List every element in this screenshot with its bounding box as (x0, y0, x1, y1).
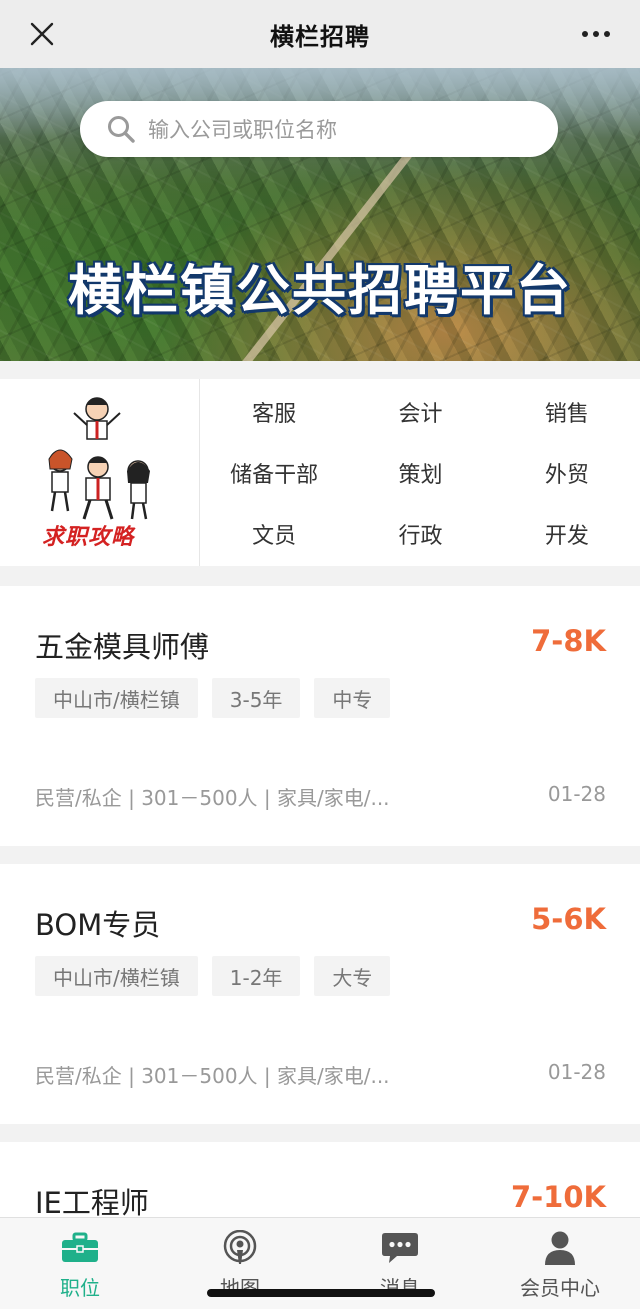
page-title: 横栏招聘 (270, 22, 370, 51)
category-item[interactable]: 会计 (347, 381, 493, 442)
job-tag-education: 中专 (314, 678, 391, 718)
company-meta: 民营/私企 | 301－500人 | 家具/家电/... (35, 786, 390, 810)
job-tag-experience: 3-5年 (211, 678, 301, 718)
banner: 输入公司或职位名称 横栏镇公共招聘平台 (0, 68, 640, 361)
category-panel: 求职攻略 客服 会计 销售 储备干部 策划 外贸 文员 行政 开发 (0, 379, 640, 566)
briefcase-icon (60, 1230, 100, 1266)
more-icon[interactable] (572, 14, 620, 54)
job-guide-label: 求职攻略 (42, 525, 135, 550)
category-item[interactable]: 销售 (494, 381, 640, 442)
job-salary: 7-8K (531, 624, 606, 658)
post-date: 01-28 (547, 1060, 606, 1084)
job-tag-education: 大专 (314, 956, 391, 996)
job-card[interactable]: IE工程师 7-10K (0, 1142, 640, 1222)
location-icon (220, 1230, 260, 1266)
home-indicator (207, 1289, 435, 1297)
search-icon (106, 114, 136, 144)
job-tag-experience: 1-2年 (211, 956, 301, 996)
nav-item-jobs[interactable]: 职位 (0, 1218, 160, 1309)
search-input[interactable]: 输入公司或职位名称 (80, 101, 558, 157)
category-item[interactable]: 策划 (347, 442, 493, 503)
category-item[interactable]: 开发 (494, 503, 640, 564)
search-placeholder: 输入公司或职位名称 (148, 118, 337, 142)
category-item[interactable]: 行政 (347, 503, 493, 564)
category-item[interactable]: 外贸 (494, 442, 640, 503)
job-tag-location: 中山市/横栏镇 (35, 678, 198, 718)
job-card[interactable]: 五金模具师傅 7-8K 中山市/横栏镇 3-5年 中专 民营/私企 | 301－… (0, 586, 640, 846)
job-tags: 中山市/横栏镇 3-5年 中专 (35, 678, 391, 718)
job-title: BOM专员 (35, 908, 161, 942)
company-meta: 民营/私企 | 301－500人 | 家具/家电/... (35, 1064, 390, 1088)
title-bar: 横栏招聘 (0, 0, 640, 68)
category-item[interactable]: 储备干部 (201, 442, 347, 503)
job-card[interactable]: BOM专员 5-6K 中山市/横栏镇 1-2年 大专 民营/私企 | 301－5… (0, 864, 640, 1124)
job-salary: 5-6K (531, 902, 606, 936)
page: 横栏招聘 输入公司或职位名称 横栏镇公共招聘平台 求职攻略 客服 会计 销售 储… (0, 0, 640, 1309)
nav-label: 职位 (60, 1276, 100, 1300)
job-title: 五金模具师傅 (35, 630, 210, 664)
job-guide-illustration (48, 397, 150, 520)
job-guide-banner[interactable]: 求职攻略 (0, 379, 200, 566)
category-item[interactable]: 文员 (201, 503, 347, 564)
job-salary: 7-10K (510, 1180, 606, 1214)
category-grid: 客服 会计 销售 储备干部 策划 外贸 文员 行政 开发 (201, 379, 640, 566)
job-title: IE工程师 (35, 1186, 149, 1220)
chat-bubble-icon (380, 1230, 420, 1266)
nav-item-member-center[interactable]: 会员中心 (480, 1218, 640, 1309)
person-icon (540, 1230, 580, 1266)
job-tags: 中山市/横栏镇 1-2年 大专 (35, 956, 391, 996)
job-tag-location: 中山市/横栏镇 (35, 956, 198, 996)
close-icon[interactable] (22, 14, 62, 54)
nav-label: 会员中心 (520, 1276, 600, 1300)
post-date: 01-28 (547, 782, 606, 806)
banner-title: 横栏镇公共招聘平台 (68, 259, 572, 322)
category-item[interactable]: 客服 (201, 381, 347, 442)
